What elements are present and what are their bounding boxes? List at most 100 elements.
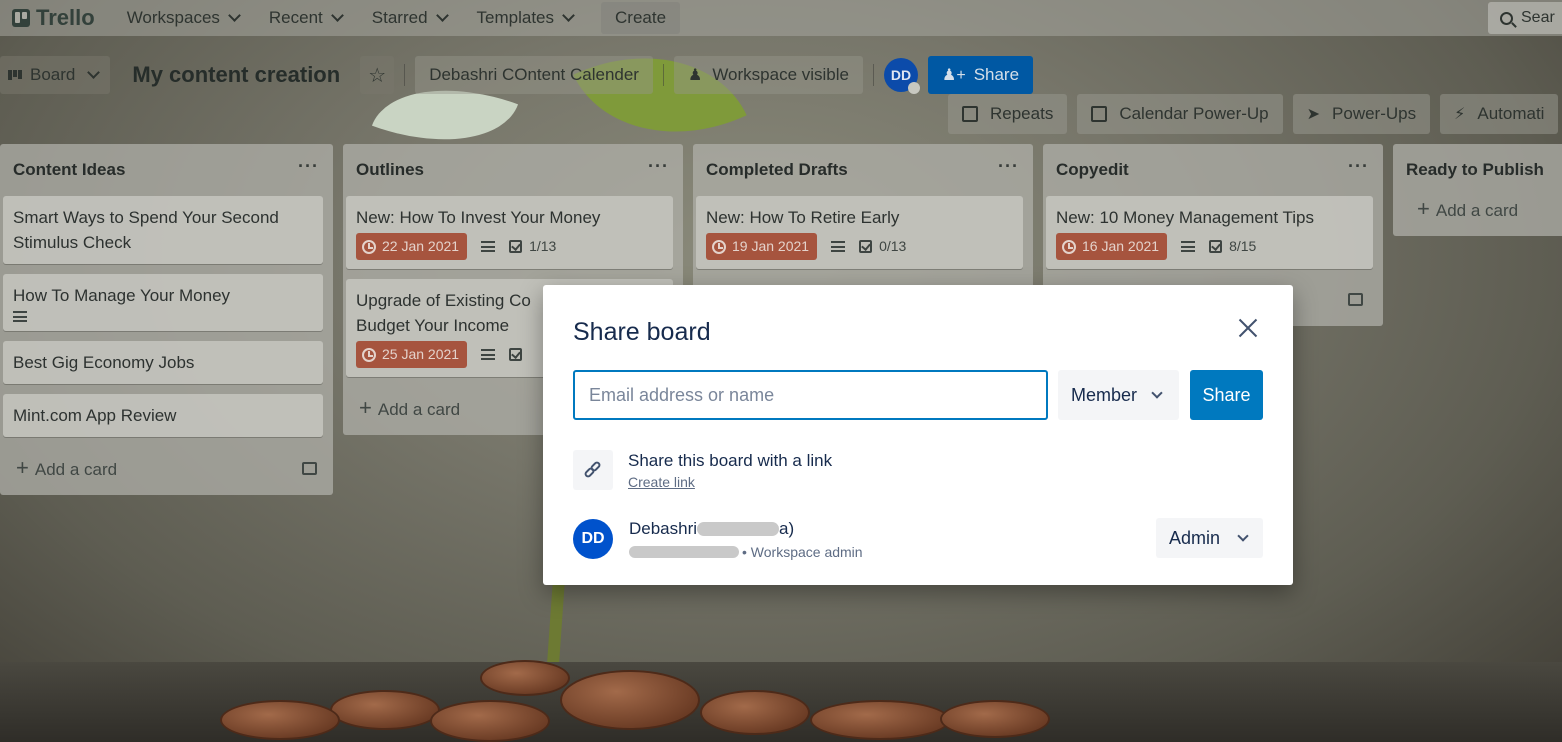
list-card[interactable]: New: 10 Money Management Tips 16 Jan 202… [1046, 196, 1373, 269]
add-member-icon: ♟+ [942, 67, 966, 84]
close-icon[interactable] [1235, 315, 1261, 341]
board-header: Board My content creation ☆ Debashri COn… [0, 56, 1562, 94]
add-card-label: Add a card [1435, 201, 1519, 220]
member-name-tail: a) [779, 519, 795, 538]
background-coin [560, 670, 700, 730]
workspace-button[interactable]: Debashri COntent Calender [415, 56, 653, 94]
background-coin [220, 700, 340, 740]
star-board-button[interactable]: ☆ [360, 56, 395, 94]
list-menu-icon[interactable]: ··· [1348, 156, 1369, 177]
workspaces-menu[interactable]: Workspaces [115, 2, 251, 34]
power-ups-label: Power-Ups [1332, 104, 1417, 123]
power-ups-button[interactable]: ➤ Power-Ups [1292, 94, 1431, 134]
list-card[interactable]: Smart Ways to Spend Your Second Stimulus… [3, 196, 323, 264]
due-date-badge[interactable]: 22 Jan 2021 [356, 233, 468, 260]
card-title: Best Gig Economy Jobs [13, 353, 195, 372]
permission-value: Admin [1169, 527, 1221, 548]
list-menu-icon[interactable]: ··· [648, 156, 669, 177]
clock-icon [362, 347, 376, 362]
board-view-switcher[interactable]: Board [0, 56, 111, 94]
divider [662, 64, 664, 86]
avatar-initials: DD [890, 67, 912, 83]
checklist-icon [509, 240, 523, 253]
top-navigation-bar: Trello Workspaces Recent Starred Templat… [0, 0, 1562, 36]
background-coin [330, 690, 440, 730]
create-link-button[interactable]: Create link [628, 474, 695, 490]
member-first-name: Debashri [629, 519, 698, 538]
background-coin [940, 700, 1050, 738]
list-card[interactable]: New: How To Invest Your Money 22 Jan 202… [346, 196, 673, 269]
checklist-badge: 8/15 [1209, 234, 1256, 259]
list-title[interactable]: Content Ideas [13, 160, 125, 180]
repeats-label: Repeats [990, 104, 1054, 123]
member-name: Debashri a) [629, 519, 863, 539]
rocket-icon: ➤ [1306, 106, 1321, 123]
card-template-icon[interactable] [302, 461, 317, 475]
card-title: Smart Ways to Spend Your Second Stimulus… [13, 208, 279, 252]
starred-menu[interactable]: Starred [360, 2, 459, 34]
automation-label: Automati [1477, 104, 1545, 123]
plus-icon: + [1417, 196, 1430, 221]
role-select[interactable]: Member [1058, 370, 1179, 420]
board-share-button[interactable]: ♟+ Share [928, 56, 1034, 94]
list-card[interactable]: Best Gig Economy Jobs [3, 341, 323, 384]
redacted-text [697, 522, 780, 536]
search-placeholder: Sear [1521, 9, 1555, 26]
add-card-button[interactable]: + Add a card [0, 447, 333, 495]
due-date-badge[interactable]: 19 Jan 2021 [706, 233, 818, 260]
divider [404, 64, 406, 86]
starred-label: Starred [371, 8, 428, 27]
link-icon-box [573, 450, 613, 490]
list-card[interactable]: How To Manage Your Money [3, 274, 323, 331]
calendar-power-up-button[interactable]: Calendar Power-Up [1077, 94, 1283, 134]
search-icon [1500, 11, 1513, 25]
list-card[interactable]: Mint.com App Review [3, 394, 323, 437]
chevron-down-icon [435, 9, 449, 22]
recent-menu[interactable]: Recent [257, 2, 354, 34]
create-button[interactable]: Create [601, 2, 681, 34]
checklist-count: 1/13 [529, 238, 557, 254]
templates-menu[interactable]: Templates [465, 2, 585, 34]
share-button[interactable]: Share [1190, 370, 1263, 420]
card-badges: 16 Jan 2021 8/15 [1056, 233, 1363, 260]
member-avatar[interactable]: DD [884, 58, 920, 94]
list-title[interactable]: Ready to Publish [1406, 160, 1544, 180]
repeats-button[interactable]: Repeats [948, 94, 1068, 134]
due-date-badge[interactable]: 25 Jan 2021 [356, 341, 468, 368]
visibility-button[interactable]: ♟ Workspace visible [673, 56, 863, 94]
logo-text: Trello [36, 5, 95, 30]
board-view-label: Board [30, 65, 76, 84]
list-content-ideas: Content Ideas ··· Smart Ways to Spend Yo… [0, 144, 333, 495]
member-permission-select[interactable]: Admin [1156, 518, 1263, 558]
list-menu-icon[interactable]: ··· [998, 156, 1019, 177]
due-date-label: 25 Jan 2021 [382, 346, 460, 362]
calendar-label: Calendar Power-Up [1119, 104, 1269, 123]
add-card-button[interactable]: + Add a card [1393, 196, 1562, 236]
automation-button[interactable]: ⚡ Automati [1440, 94, 1559, 134]
member-avatar[interactable]: DD [573, 519, 613, 559]
list-header: Outlines ··· [343, 144, 683, 196]
chevron-down-icon [330, 9, 344, 22]
due-date-badge[interactable]: 16 Jan 2021 [1056, 233, 1168, 260]
share-link-row: Share this board with a link Create link [573, 450, 832, 492]
board-title[interactable]: My content creation [132, 62, 340, 88]
search-input[interactable]: Sear [1488, 2, 1562, 34]
member-info: Debashri a) • Workspace admin [629, 519, 863, 560]
list-menu-icon[interactable]: ··· [298, 156, 319, 177]
share-label: Share [973, 65, 1020, 84]
card-badges: 19 Jan 2021 0/13 [706, 233, 1013, 260]
list-title[interactable]: Copyedit [1056, 160, 1129, 180]
list-title[interactable]: Outlines [356, 160, 424, 180]
card-template-icon[interactable] [1348, 293, 1363, 306]
plus-icon: + [359, 395, 372, 420]
card-title: Mint.com App Review [13, 406, 177, 425]
list-card[interactable]: New: How To Retire Early 19 Jan 2021 0/1… [696, 196, 1023, 269]
list-title[interactable]: Completed Drafts [706, 160, 848, 180]
description-icon [1181, 241, 1196, 252]
email-or-name-input[interactable] [573, 370, 1048, 420]
trello-logo[interactable]: Trello [12, 5, 95, 31]
list-header: Copyedit ··· [1043, 144, 1383, 196]
board-view-icon [8, 70, 22, 80]
add-card-label: Add a card [377, 400, 461, 419]
chevron-down-icon [228, 9, 241, 22]
